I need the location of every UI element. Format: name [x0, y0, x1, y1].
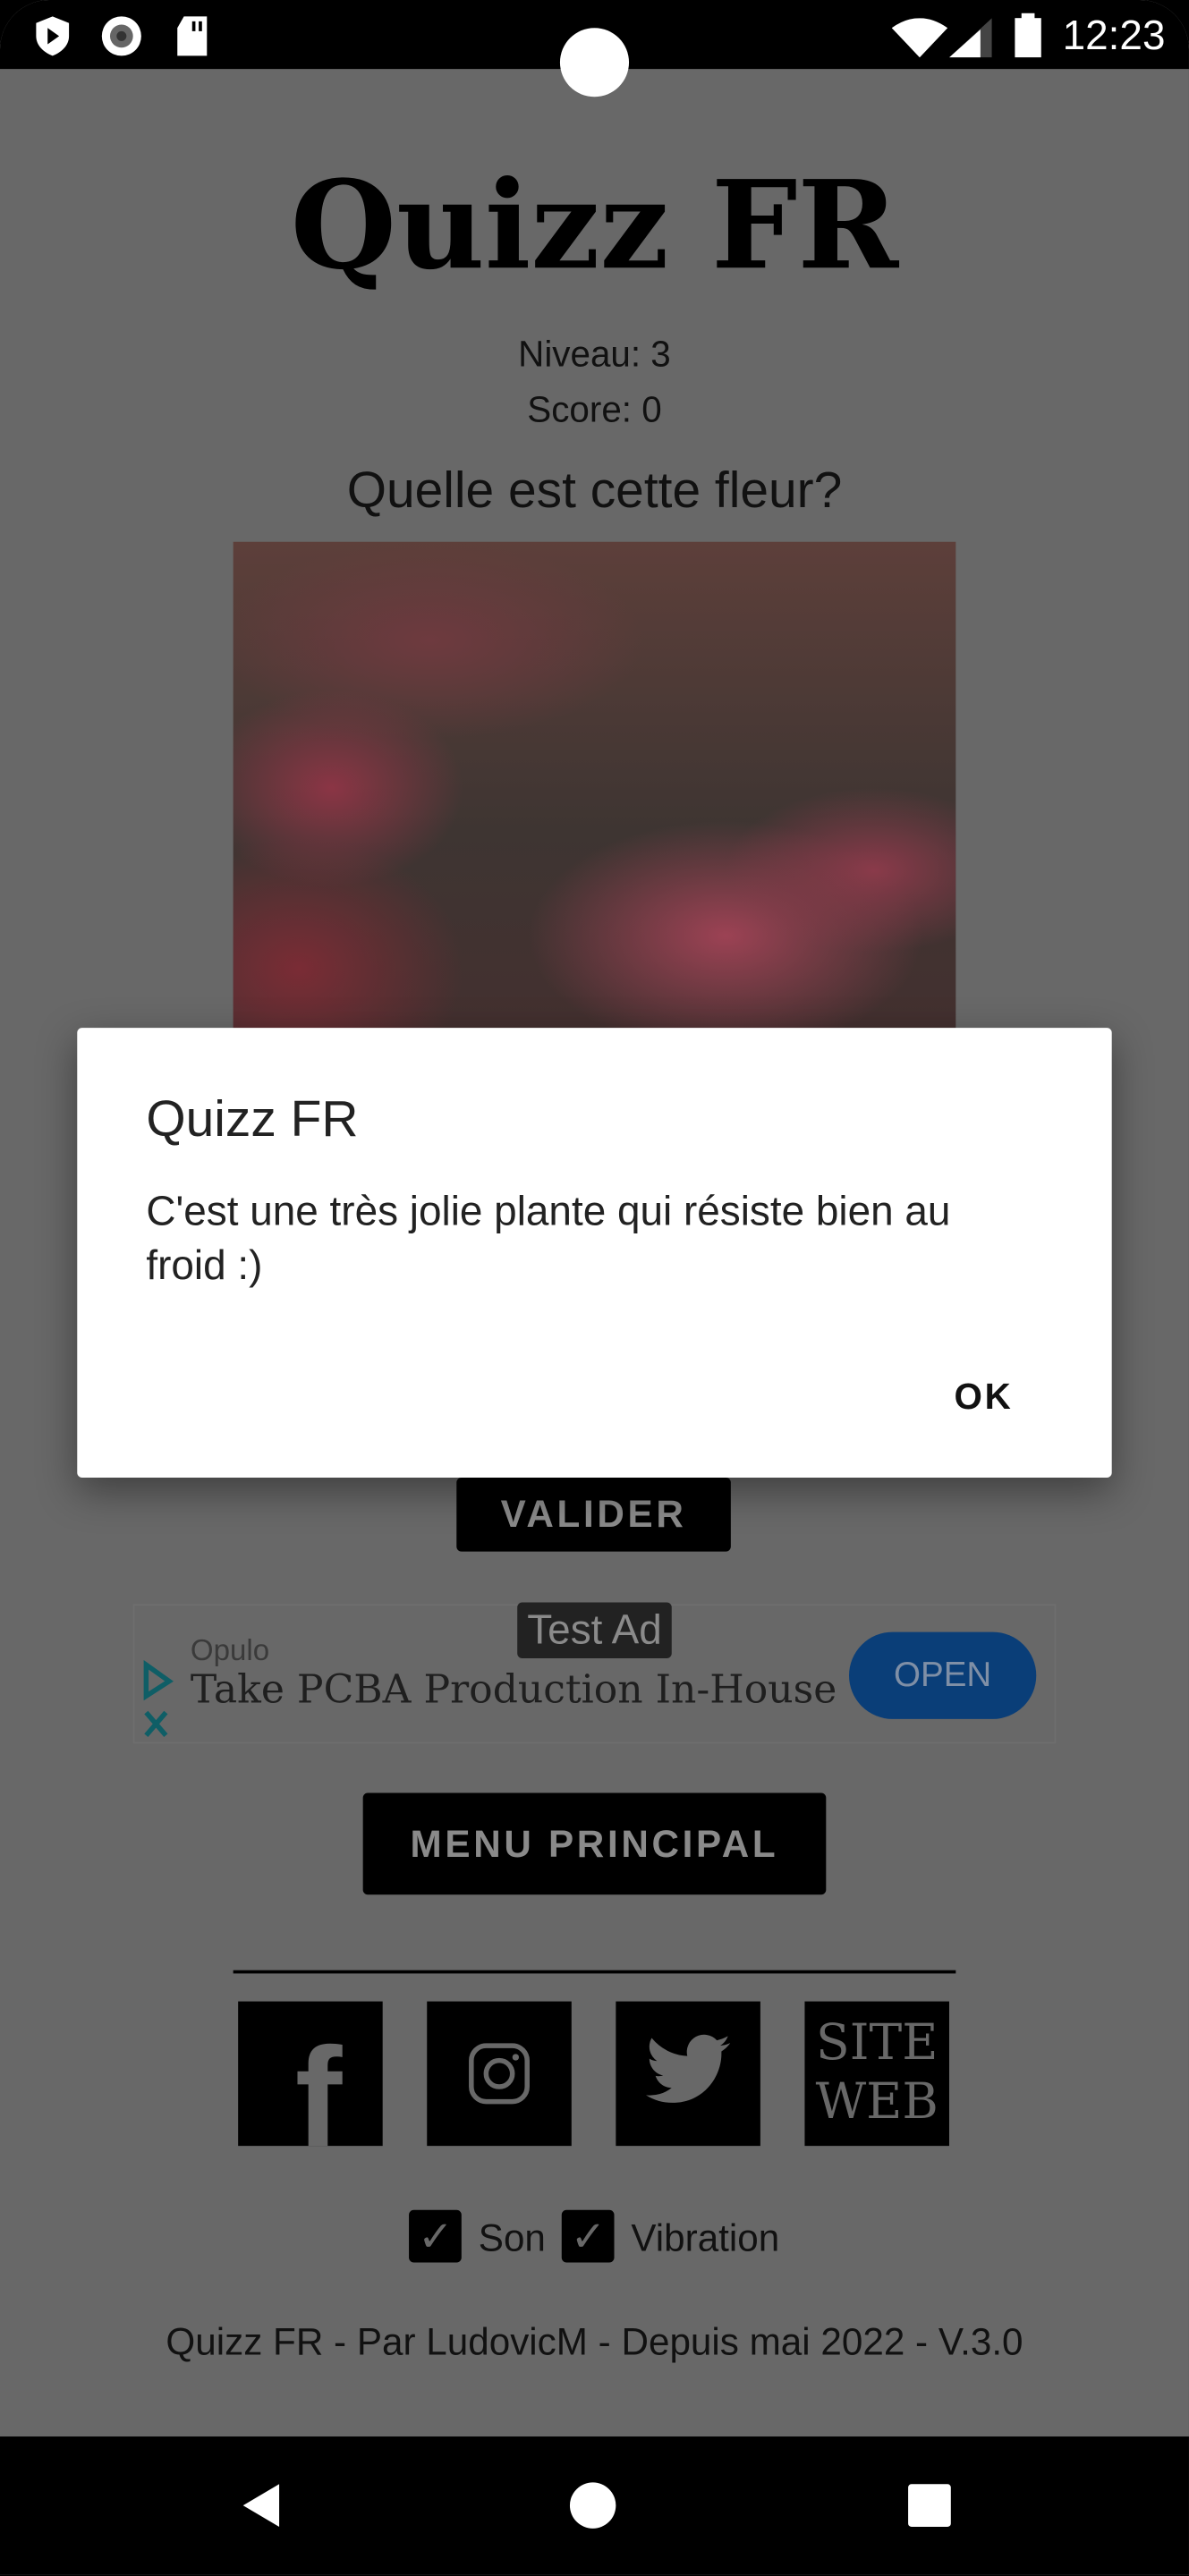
- validate-button[interactable]: VALIDER: [456, 1478, 731, 1552]
- sound-label: Son: [478, 2216, 546, 2259]
- settings-row: ✓ Son ✓ Vibration: [0, 2209, 1189, 2263]
- app-title: Quizz FR: [290, 156, 899, 298]
- check-icon: ✓: [562, 2209, 616, 2263]
- ad-headline[interactable]: Take PCBA Production In-House: [191, 1666, 837, 1712]
- divider: [233, 1970, 956, 1974]
- signal-icon: [948, 18, 992, 58]
- instagram-icon: [469, 2043, 530, 2105]
- footer-text: Quizz FR - Par LudovicM - Depuis mai 202…: [166, 2319, 1023, 2363]
- sound-checkbox[interactable]: ✓ Son: [409, 2209, 546, 2263]
- vibration-checkbox[interactable]: ✓ Vibration: [562, 2209, 780, 2263]
- alert-dialog: Quizz FR C'est une très jolie plante qui…: [77, 1028, 1112, 1479]
- twitter-icon: [646, 2034, 731, 2103]
- question-text: Quelle est cette fleur?: [346, 461, 843, 520]
- main-menu-button[interactable]: MENU PRINCIPAL: [362, 1792, 827, 1895]
- home-icon[interactable]: [568, 2481, 617, 2530]
- dialog-title: Quizz FR: [146, 1089, 359, 1148]
- recents-icon[interactable]: [906, 2482, 952, 2528]
- twitter-button[interactable]: [616, 2001, 760, 2147]
- sd-card-icon: [177, 16, 208, 56]
- level-label: Niveau: 3: [518, 333, 671, 375]
- screen: 12:23 Quizz FR Niveau: 3 Score: 0 Quelle…: [0, 0, 1189, 2575]
- website-label-2: WEB: [815, 2073, 938, 2131]
- website-label-1: SITE: [816, 2014, 938, 2072]
- camera-cutout: [559, 28, 630, 97]
- vibration-label: Vibration: [631, 2216, 780, 2259]
- battery-icon: [1015, 13, 1041, 58]
- facebook-button[interactable]: f: [238, 2001, 383, 2176]
- wifi-icon: [891, 18, 948, 58]
- instagram-button[interactable]: [427, 2001, 572, 2147]
- back-icon[interactable]: [240, 2481, 283, 2530]
- website-button[interactable]: SITE WEB: [804, 2001, 949, 2147]
- ad-advertiser: Opulo: [190, 1633, 270, 1667]
- ad-choices-icon[interactable]: [140, 1659, 175, 1742]
- check-icon: ✓: [409, 2209, 463, 2263]
- facebook-icon: f: [294, 2018, 343, 2177]
- dialog-message: C'est une très jolie plante qui résiste …: [146, 1188, 951, 1289]
- clock: 12:23: [1062, 13, 1166, 60]
- test-ad-badge: Test Ad: [517, 1602, 672, 1658]
- record-icon: [101, 16, 141, 56]
- ad-open-button[interactable]: OPEN: [849, 1631, 1037, 1719]
- play-protect-icon: [36, 16, 70, 56]
- ok-button[interactable]: OK: [954, 1376, 1013, 1419]
- score-label: Score: 0: [527, 389, 662, 430]
- navigation-bar: [0, 2436, 1189, 2575]
